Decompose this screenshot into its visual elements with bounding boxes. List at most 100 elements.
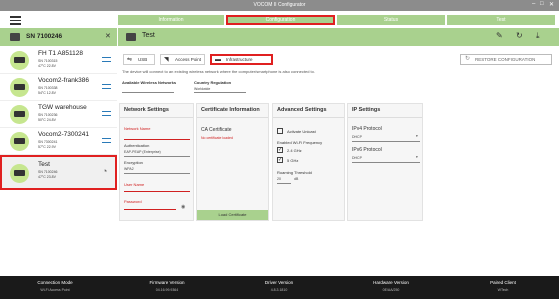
freq-5-label: 5 GHz <box>287 158 299 163</box>
edit-icon[interactable]: ✎ <box>496 31 503 40</box>
ca-certificate-label: CA Certificate <box>201 127 232 133</box>
menu-icon[interactable] <box>10 16 21 25</box>
authentication-label: Authentication <box>124 143 150 148</box>
load-certificate-button[interactable]: Load Certificate <box>197 210 268 220</box>
restore-icon: ↻ <box>465 56 471 62</box>
restore-configuration-button[interactable]: ↻ RESTORE CONFIGURATION <box>460 54 552 65</box>
available-networks-label: Available Wireless Networks <box>122 80 177 85</box>
advanced-settings-title: Advanced Settings <box>277 107 327 113</box>
authentication-select[interactable]: EAP-PEAP (Enterprise) <box>124 150 161 154</box>
device-name: FH T1 A851128 <box>38 50 83 57</box>
top-navigation: Information Configuration Status Test <box>0 11 559 27</box>
ipv6-select[interactable]: DHCP <box>352 156 362 160</box>
network-name-input[interactable] <box>124 139 190 140</box>
device-list-header: SN 7100246 ✕ <box>0 28 117 46</box>
device-icon <box>10 132 29 151</box>
device-icon <box>10 78 29 97</box>
maximize-icon[interactable]: □ <box>540 1 544 7</box>
ipv4-select[interactable]: DHCP <box>352 135 362 139</box>
freq-24-checkbox[interactable]: ✓ <box>277 147 283 153</box>
activate-unicast-checkbox[interactable] <box>277 128 283 134</box>
advanced-settings-panel: Advanced Settings Activate Unicast Enabl… <box>272 103 345 221</box>
show-password-icon[interactable]: ◉ <box>181 204 185 210</box>
ip-settings-panel: IP Settings IPv4 Protocol DHCP ▾ IPv6 Pr… <box>347 103 423 221</box>
activate-unicast-label: Activate Unicast <box>287 129 316 134</box>
device-icon <box>10 164 29 183</box>
tab-configuration[interactable]: Configuration <box>226 15 335 25</box>
device-stats: 47°C 22.8V <box>38 64 56 68</box>
footer-value: 04.16.99.9364 <box>155 288 179 292</box>
frequency-label: Enabled Wi-Fi Frequency <box>277 140 323 145</box>
password-input[interactable] <box>124 209 176 210</box>
device-name: Test <box>38 161 50 168</box>
username-input[interactable] <box>124 191 190 192</box>
download-icon[interactable]: ⤓ <box>536 31 540 41</box>
device-list: FH T1 A851128 SN 7100315 47°C 22.8V Voco… <box>0 47 117 190</box>
access-point-button[interactable]: ◥ Access Point <box>160 54 205 65</box>
device-icon <box>126 33 136 41</box>
wifi-icon: ◔ <box>102 166 108 176</box>
device-title: Test <box>142 32 155 39</box>
footer-driver-version: Driver Version 4.8.3.1810 <box>224 280 334 292</box>
footer-value: WTech <box>497 288 509 292</box>
list-item[interactable]: Vocom2-frank386 SN 7100338 54°C 12.8V <box>0 74 117 101</box>
footer-connection-mode: Connection Mode Wi-Fi Access Point <box>0 280 110 292</box>
infrastructure-button[interactable]: ▬ Infrastructure <box>210 54 273 65</box>
footer-heading: Hardware Version <box>373 280 409 285</box>
device-name: TGW warehouse <box>38 104 87 111</box>
footer-paired-client: Paired Client WTech <box>448 280 558 292</box>
usb-connection-icon <box>102 57 111 62</box>
username-label: User Name <box>124 182 145 187</box>
minimize-icon[interactable]: – <box>532 1 535 7</box>
device-serial: SN 7300241 <box>38 140 58 144</box>
network-name-label: Network Name <box>124 126 151 131</box>
close-window-icon[interactable]: ✕ <box>549 1 554 8</box>
tab-information[interactable]: Information <box>118 15 224 25</box>
device-stats: 47°C 23.8V <box>38 175 56 179</box>
tab-test[interactable]: Test <box>447 15 555 25</box>
list-item-selected[interactable]: Test SN 7100246 47°C 23.8V ◔ <box>0 155 117 190</box>
certificate-title: Certificate Information <box>201 107 260 113</box>
footer-value: 4.8.3.1810 <box>270 288 288 292</box>
device-stats: 54°C 12.8V <box>38 91 56 95</box>
encryption-label: Encryption <box>124 160 143 165</box>
tab-status[interactable]: Status <box>337 15 445 25</box>
access-point-icon: ◥ <box>164 57 169 63</box>
usb-icon: ⇋ <box>127 57 133 63</box>
refresh-icon[interactable]: ↻ <box>516 31 523 40</box>
router-icon: ▬ <box>215 57 221 63</box>
network-settings-title: Network Settings <box>124 107 169 113</box>
device-icon <box>10 105 29 124</box>
footer-firmware-version: Firmware Version 04.16.99.9364 <box>112 280 222 292</box>
list-item[interactable]: FH T1 A851128 SN 7100315 47°C 22.8V <box>0 47 117 74</box>
usb-button[interactable]: ⇋ USB <box>123 54 155 65</box>
encryption-select[interactable]: WPA2 <box>124 167 134 171</box>
infrastructure-button-label: Infrastructure <box>226 57 253 62</box>
device-stats: 57°C 22.9V <box>38 145 56 149</box>
certificate-panel: Certificate Information CA Certificate N… <box>196 103 269 221</box>
password-label: Password <box>124 199 142 204</box>
access-point-button-label: Access Point <box>175 57 202 62</box>
list-item[interactable]: TGW warehouse SN 7100236 50°C 24.8V <box>0 101 117 128</box>
roaming-input[interactable]: 20 <box>277 177 281 181</box>
close-icon[interactable]: ✕ <box>105 32 111 40</box>
device-stats: 50°C 24.8V <box>38 118 56 122</box>
country-regulation-select[interactable]: Worldwide <box>194 87 246 93</box>
footer-heading: Firmware Version <box>149 280 185 285</box>
restore-label: RESTORE CONFIGURATION <box>475 57 536 62</box>
freq-24-label: 2.4 GHz <box>287 148 302 153</box>
list-item[interactable]: Vocom2-7300241 SN 7300241 57°C 22.9V <box>0 128 117 155</box>
chevron-down-icon: ▾ <box>416 134 418 138</box>
device-serial: SN 7100246 <box>38 170 58 174</box>
window-title: VOCOM II Configurator <box>253 2 306 8</box>
footer-value: Wi-Fi Access Point <box>40 288 70 292</box>
footer-heading: Connection Mode <box>37 280 73 285</box>
roaming-unit: dB <box>294 177 299 181</box>
roaming-label: Roaming Threshold <box>277 170 312 175</box>
usb-connection-icon <box>102 111 111 116</box>
device-name: Vocom2-7300241 <box>38 131 89 138</box>
available-networks-select[interactable] <box>122 87 174 93</box>
usb-button-label: USB <box>138 57 148 62</box>
usb-connection-icon <box>102 84 111 89</box>
freq-5-checkbox[interactable]: ✓ <box>277 157 283 163</box>
